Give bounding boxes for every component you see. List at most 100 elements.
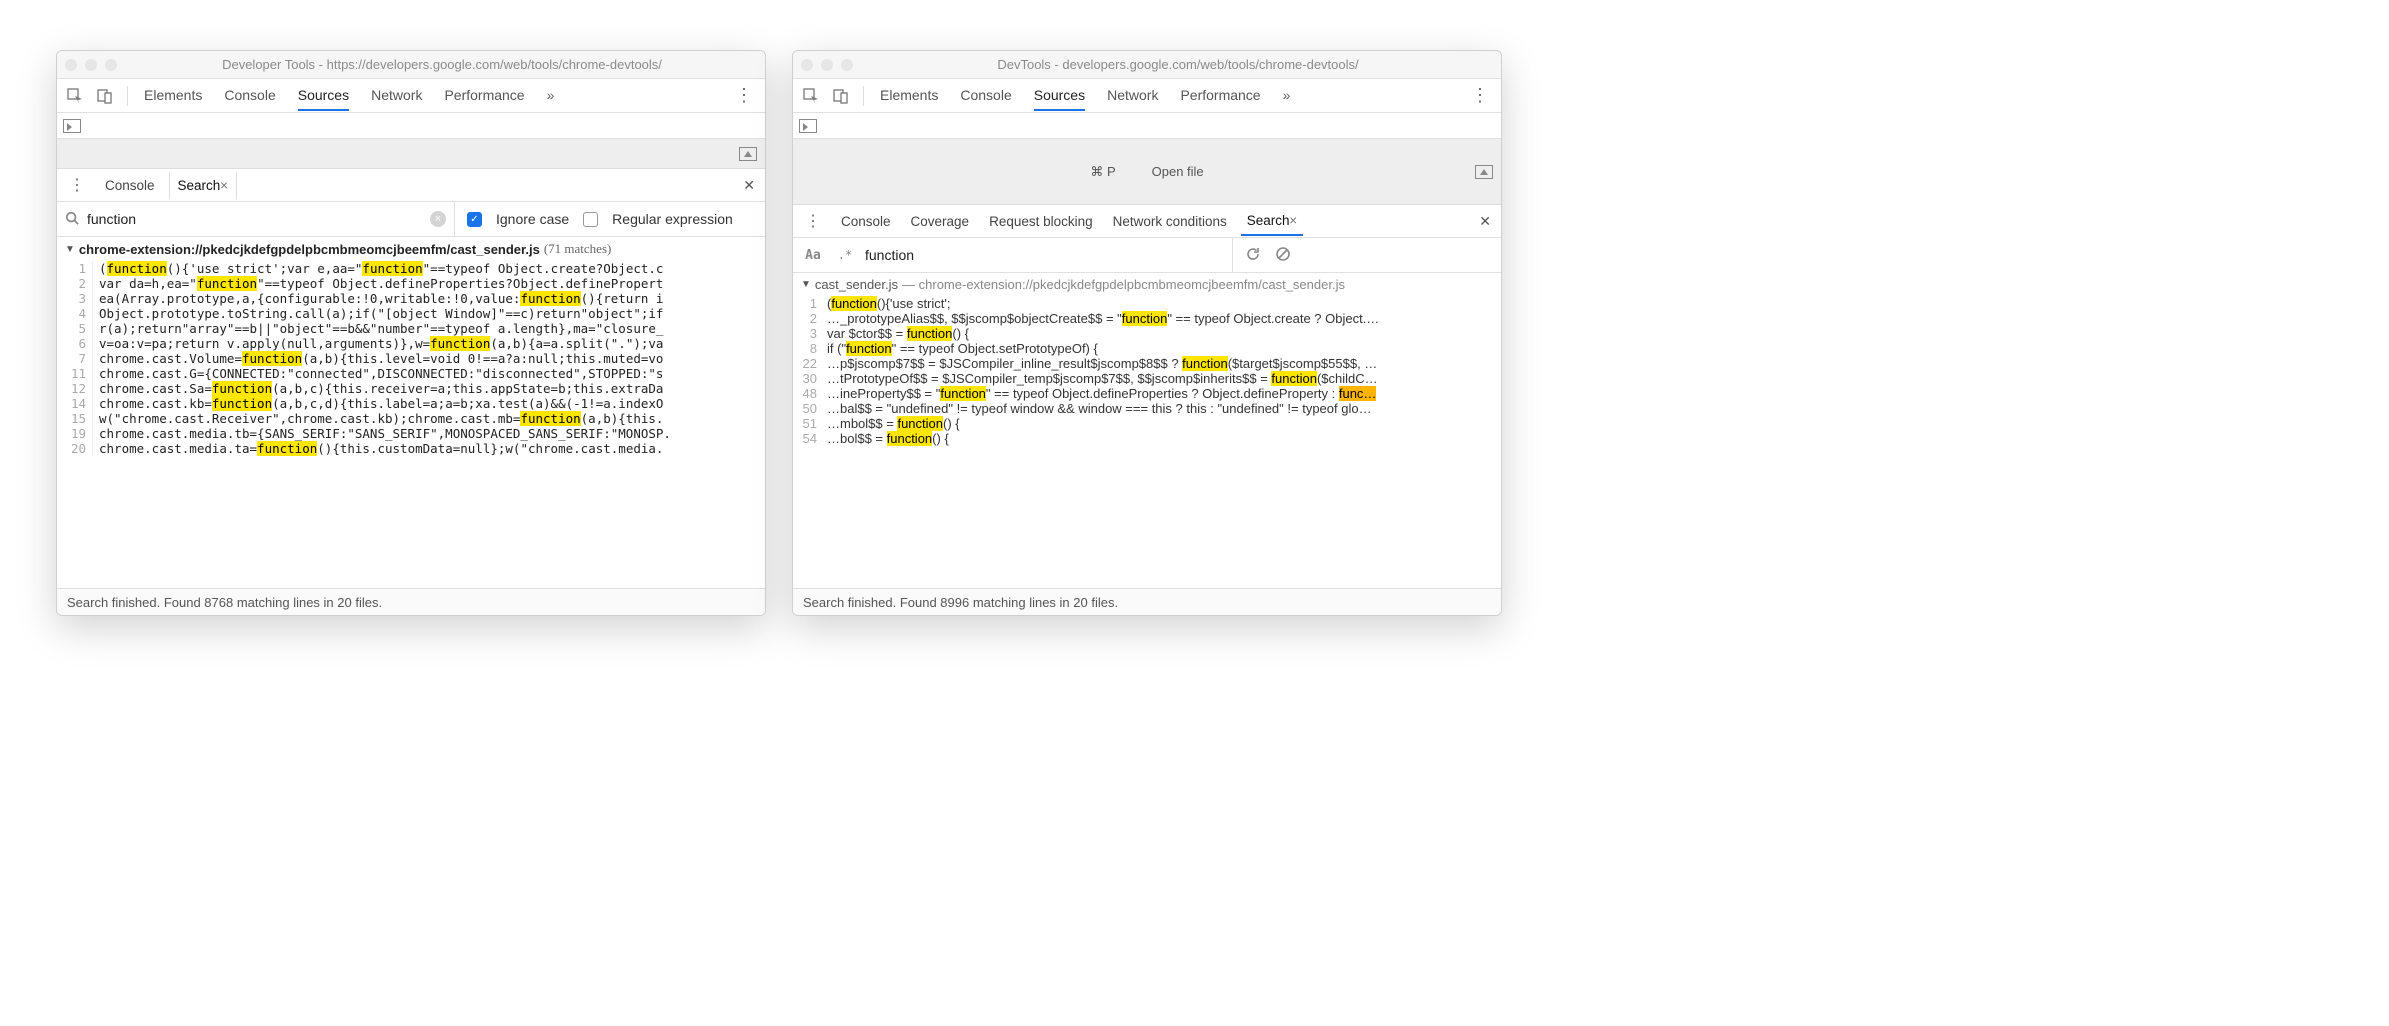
result-line[interactable]: 48…ineProperty$$ = "function" == typeof … bbox=[793, 386, 1501, 401]
line-number: 20 bbox=[57, 441, 93, 456]
drawer-menu-icon[interactable]: ⋮ bbox=[799, 211, 827, 231]
result-line[interactable]: 30…tPrototypeOf$$ = $JSCompiler_temp$jsc… bbox=[793, 371, 1501, 386]
close-icon[interactable]: × bbox=[220, 178, 228, 193]
zoom-dot[interactable] bbox=[841, 59, 853, 71]
result-line[interactable]: 20chrome.cast.media.ta=function(){this.c… bbox=[57, 441, 765, 456]
window-title: DevTools - developers.google.com/web/too… bbox=[863, 57, 1493, 72]
search-results: ▼ chrome-extension://pkedcjkdefgpdelpbcm… bbox=[57, 237, 765, 588]
close-dot[interactable] bbox=[801, 59, 813, 71]
drawer-tab-search[interactable]: Search × bbox=[1241, 207, 1303, 236]
tabs-overflow-icon[interactable]: » bbox=[1283, 81, 1291, 111]
clear-icon[interactable]: × bbox=[430, 211, 446, 227]
line-number: 2 bbox=[57, 276, 93, 291]
drawer-tab-console[interactable]: Console bbox=[99, 172, 161, 199]
debugger-toggle-icon[interactable] bbox=[739, 147, 757, 161]
tab-console[interactable]: Console bbox=[960, 81, 1011, 111]
zoom-dot[interactable] bbox=[105, 59, 117, 71]
result-line[interactable]: 22…p$jscomp$7$$ = $JSCompiler_inline_res… bbox=[793, 356, 1501, 371]
tab-network[interactable]: Network bbox=[371, 81, 422, 111]
result-line[interactable]: 3var $ctor$$ = function() { bbox=[793, 326, 1501, 341]
disclosure-triangle-icon[interactable]: ▼ bbox=[65, 244, 75, 255]
debugger-toggle-icon[interactable] bbox=[1475, 165, 1493, 179]
line-number: 19 bbox=[57, 426, 93, 441]
result-line[interactable]: 4Object.prototype.toString.call(a);if("[… bbox=[57, 306, 765, 321]
result-line[interactable]: 1(function(){'use strict'; bbox=[793, 296, 1501, 311]
drawer-tab-coverage[interactable]: Coverage bbox=[905, 208, 976, 235]
line-code: chrome.cast.media.ta=function(){this.cus… bbox=[93, 441, 765, 456]
kebab-menu-icon[interactable]: ⋮ bbox=[729, 85, 759, 106]
tab-console[interactable]: Console bbox=[224, 81, 275, 111]
result-line[interactable]: 5r(a);return"array"==b||"object"==b&&"nu… bbox=[57, 321, 765, 336]
result-line[interactable]: 12chrome.cast.Sa=function(a,b,c){this.re… bbox=[57, 381, 765, 396]
result-line[interactable]: 11chrome.cast.G={CONNECTED:"connected",D… bbox=[57, 366, 765, 381]
line-code: r(a);return"array"==b||"object"==b&&"num… bbox=[93, 321, 765, 336]
drawer-close-icon[interactable]: ✕ bbox=[1475, 213, 1495, 230]
ignore-case-checkbox[interactable]: ✓ bbox=[467, 212, 482, 227]
result-line[interactable]: 54…bol$$ = function() { bbox=[793, 431, 1501, 446]
line-number: 48 bbox=[793, 386, 821, 401]
result-line[interactable]: 2var da=h,ea="function"==typeof Object.d… bbox=[57, 276, 765, 291]
inspect-element-icon[interactable] bbox=[799, 84, 823, 108]
result-line[interactable]: 2…_prototypeAlias$$, $$jscomp$objectCrea… bbox=[793, 311, 1501, 326]
line-number: 51 bbox=[793, 416, 821, 431]
regex-checkbox[interactable] bbox=[583, 212, 598, 227]
editor-placeholder bbox=[57, 139, 765, 169]
result-line[interactable]: 6v=oa:v=pa;return v.apply(null,arguments… bbox=[57, 336, 765, 351]
line-code: …p$jscomp$7$$ = $JSCompiler_inline_resul… bbox=[821, 356, 1501, 371]
inspect-element-icon[interactable] bbox=[63, 84, 87, 108]
result-line[interactable]: 15w("chrome.cast.Receiver",chrome.cast.k… bbox=[57, 411, 765, 426]
drawer-tab-request-blocking[interactable]: Request blocking bbox=[983, 208, 1099, 235]
line-number: 30 bbox=[793, 371, 821, 386]
status-bar: Search finished. Found 8996 matching lin… bbox=[793, 588, 1501, 615]
result-line[interactable]: 14chrome.cast.kb=function(a,b,c,d){this.… bbox=[57, 396, 765, 411]
drawer-tab-console[interactable]: Console bbox=[835, 208, 897, 235]
device-mode-icon[interactable] bbox=[829, 84, 853, 108]
refresh-icon[interactable] bbox=[1245, 246, 1261, 265]
search-icon bbox=[65, 211, 79, 228]
drawer-close-icon[interactable]: ✕ bbox=[739, 177, 759, 194]
line-number: 8 bbox=[793, 341, 821, 356]
disclosure-triangle-icon[interactable]: ▼ bbox=[801, 279, 811, 290]
result-line[interactable]: 19chrome.cast.media.tb={SANS_SERIF:"SANS… bbox=[57, 426, 765, 441]
search-input[interactable] bbox=[865, 247, 1224, 263]
file-header[interactable]: ▼ cast_sender.js — chrome-extension://pk… bbox=[793, 273, 1501, 296]
result-line[interactable]: 3ea(Array.prototype,a,{configurable:!0,w… bbox=[57, 291, 765, 306]
regex-icon[interactable]: .* bbox=[833, 243, 857, 267]
tab-performance[interactable]: Performance bbox=[444, 81, 524, 111]
minimize-dot[interactable] bbox=[85, 59, 97, 71]
tab-network[interactable]: Network bbox=[1107, 81, 1158, 111]
line-number: 11 bbox=[57, 366, 93, 381]
result-line[interactable]: 8if ("function" == typeof Object.setProt… bbox=[793, 341, 1501, 356]
search-input[interactable] bbox=[87, 211, 422, 227]
close-dot[interactable] bbox=[65, 59, 77, 71]
search-results: ▼ cast_sender.js — chrome-extension://pk… bbox=[793, 273, 1501, 588]
navigator-toggle-icon[interactable] bbox=[63, 119, 81, 133]
result-line[interactable]: 7chrome.cast.Volume=function(a,b){this.l… bbox=[57, 351, 765, 366]
tab-sources[interactable]: Sources bbox=[1034, 81, 1085, 111]
line-code: v=oa:v=pa;return v.apply(null,arguments)… bbox=[93, 336, 765, 351]
sources-subbar bbox=[57, 113, 765, 139]
kebab-menu-icon[interactable]: ⋮ bbox=[1465, 85, 1495, 106]
navigator-toggle-icon[interactable] bbox=[799, 119, 817, 133]
result-line[interactable]: 1(function(){'use strict';var e,aa="func… bbox=[57, 261, 765, 276]
tab-performance[interactable]: Performance bbox=[1180, 81, 1260, 111]
drawer-tab-search[interactable]: Search × bbox=[169, 172, 237, 199]
drawer-tab-search-label: Search bbox=[1247, 213, 1290, 228]
tab-elements[interactable]: Elements bbox=[880, 81, 938, 111]
clear-results-icon[interactable] bbox=[1275, 246, 1291, 265]
result-line[interactable]: 50…bal$$ = "undefined" != typeof window … bbox=[793, 401, 1501, 416]
result-line[interactable]: 51…mbol$$ = function() { bbox=[793, 416, 1501, 431]
close-icon[interactable]: × bbox=[1289, 213, 1297, 228]
tab-elements[interactable]: Elements bbox=[144, 81, 202, 111]
main-tabs: Elements Console Sources Network Perform… bbox=[874, 81, 1290, 111]
drawer-tab-network-conditions[interactable]: Network conditions bbox=[1107, 208, 1233, 235]
drawer-menu-icon[interactable]: ⋮ bbox=[63, 175, 91, 195]
line-code: …tPrototypeOf$$ = $JSCompiler_temp$jscom… bbox=[821, 371, 1501, 386]
minimize-dot[interactable] bbox=[821, 59, 833, 71]
file-header[interactable]: ▼ chrome-extension://pkedcjkdefgpdelpbcm… bbox=[57, 237, 765, 261]
match-case-icon[interactable]: Aa bbox=[801, 243, 825, 267]
device-mode-icon[interactable] bbox=[93, 84, 117, 108]
tabs-overflow-icon[interactable]: » bbox=[547, 81, 555, 111]
tab-sources[interactable]: Sources bbox=[298, 81, 349, 111]
drawer-header: ⋮ Console Search × ✕ bbox=[57, 169, 765, 202]
